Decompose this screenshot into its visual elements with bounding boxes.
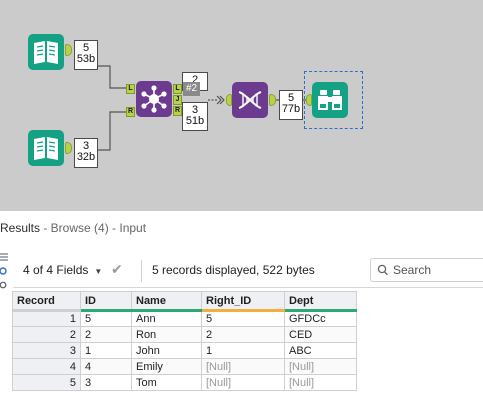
- column-header-record[interactable]: Record: [12, 291, 81, 312]
- table-row[interactable]: 1 5 Ann 5 GFDCc: [12, 310, 357, 327]
- link-icon[interactable]: [0, 265, 8, 279]
- join-icon: [141, 85, 167, 113]
- dna-icon: [238, 91, 262, 109]
- gear-icon[interactable]: [0, 279, 8, 293]
- table-cell[interactable]: 3: [80, 374, 132, 391]
- join-left-input-anchor[interactable]: L: [126, 84, 135, 94]
- table-row[interactable]: 5 3 Tom [Null] [Null]: [12, 374, 357, 391]
- input-tool-2[interactable]: [28, 130, 64, 166]
- table-cell[interactable]: Ron: [131, 326, 202, 343]
- join-left-output-anchor[interactable]: L: [173, 84, 182, 94]
- results-toolbar: 4 of 4 Fields ▼ ✔ 5 records displayed, 52…: [13, 252, 483, 288]
- table-cell[interactable]: 1: [80, 342, 132, 359]
- table-cell[interactable]: CED: [284, 326, 357, 343]
- join-tool[interactable]: [136, 81, 172, 117]
- join-right-output-anchor[interactable]: R: [173, 106, 182, 116]
- input-tool-1[interactable]: [28, 34, 64, 70]
- table-row[interactable]: 4 4 Emily [Null] [Null]: [12, 358, 357, 375]
- column-header-dept[interactable]: Dept: [284, 291, 357, 312]
- column-header-right-id[interactable]: Right_ID: [201, 291, 285, 312]
- book-icon: [34, 137, 58, 160]
- input-1-record-count: 5 53b: [74, 40, 98, 70]
- record-number-cell: 4: [12, 358, 81, 375]
- header-row: Record ID Name Right_ID Dept: [12, 291, 357, 312]
- column-header-id[interactable]: ID: [80, 291, 132, 312]
- table-cell[interactable]: 5: [201, 310, 285, 327]
- join-right-record-count: 3 51b: [182, 102, 208, 131]
- workflow-canvas[interactable]: 5 53b 3 32b L R L J R 2 3 51b #2 5 77b: [0, 0, 483, 211]
- search-icon: [377, 264, 389, 276]
- null-cell[interactable]: [Null]: [284, 374, 357, 391]
- record-number-cell: 3: [12, 342, 81, 359]
- table-cell[interactable]: Emily: [131, 358, 202, 375]
- table-cell[interactable]: 2: [201, 326, 285, 343]
- results-side-icons: [0, 251, 8, 293]
- book-icon: [34, 41, 58, 64]
- search-input[interactable]: [393, 262, 483, 278]
- formula-tool[interactable]: [232, 82, 268, 118]
- table-cell[interactable]: John: [131, 342, 202, 359]
- fields-selector-label: 4 of 4 Fields: [23, 263, 89, 277]
- record-number-cell: 5: [12, 374, 81, 391]
- search-box[interactable]: [370, 258, 483, 282]
- record-number-cell: 1: [12, 310, 81, 327]
- join-right-input-anchor[interactable]: R: [126, 107, 135, 117]
- table-cell[interactable]: 5: [80, 310, 132, 327]
- column-header-name[interactable]: Name: [131, 291, 202, 312]
- table-row[interactable]: 3 1 John 1 ABC: [12, 342, 357, 359]
- join-join-output-anchor[interactable]: J: [173, 95, 182, 105]
- formula-record-count: 5 77b: [279, 90, 303, 120]
- results-title-label: Results: [0, 221, 41, 235]
- table-cell[interactable]: ABC: [284, 342, 357, 359]
- null-cell[interactable]: [Null]: [201, 358, 285, 375]
- null-cell[interactable]: [Null]: [284, 358, 357, 375]
- table-cell[interactable]: 2: [80, 326, 132, 343]
- checkmark-icon[interactable]: ✔: [111, 261, 123, 278]
- list-icon[interactable]: [0, 251, 8, 265]
- records-info: 5 records displayed, 522 bytes: [152, 263, 315, 277]
- browse-tool[interactable]: [312, 82, 348, 118]
- table-row[interactable]: 2 2 Ron 2 CED: [12, 326, 357, 343]
- results-table: Record ID Name Right_ID Dept 1 5 Ann 5 G…: [12, 291, 357, 391]
- null-cell[interactable]: [Null]: [201, 374, 285, 391]
- table-cell[interactable]: 1: [201, 342, 285, 359]
- caret-down-icon: ▼: [94, 267, 103, 276]
- results-subtitle: - Browse (4) - Input: [40, 221, 147, 235]
- results-title: Results - Browse (4) - Input: [0, 221, 146, 239]
- fields-selector[interactable]: 4 of 4 Fields ▼: [23, 263, 102, 277]
- table-cell[interactable]: GFDCc: [284, 310, 357, 327]
- toolbar-divider: [141, 260, 142, 282]
- container-tag: #2: [183, 82, 201, 96]
- record-number-cell: 2: [12, 326, 81, 343]
- table-cell[interactable]: Ann: [131, 310, 202, 327]
- input-2-record-count: 3 32b: [74, 138, 98, 168]
- table-cell[interactable]: 4: [80, 358, 132, 375]
- binoculars-icon: [318, 90, 342, 110]
- table-cell[interactable]: Tom: [131, 374, 202, 391]
